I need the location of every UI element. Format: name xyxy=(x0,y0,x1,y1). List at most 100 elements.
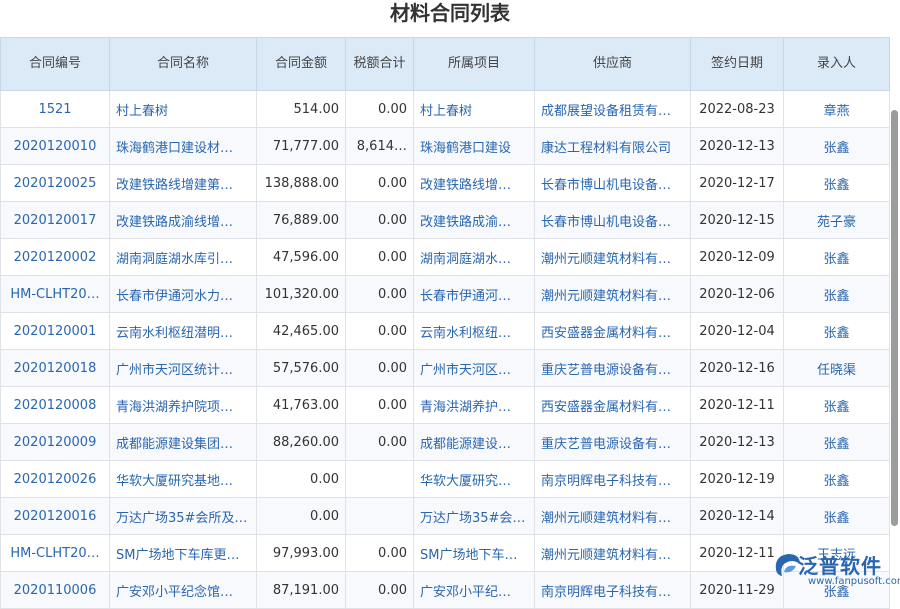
cell-supplier[interactable]: 西安盛器金属材料有… xyxy=(535,313,691,350)
table-row[interactable]: 1521村上春树514.000.00村上春树成都展望设备租赁有…2022-08-… xyxy=(1,91,890,128)
table-row[interactable]: 2020120017改建铁路成渝线增…76,889.000.00改建铁路成渝…长… xyxy=(1,202,890,239)
table-row[interactable]: 2020120002湖南洞庭湖水库引…47,596.000.00湖南洞庭湖水…潮… xyxy=(1,239,890,276)
cell-contract-name[interactable]: 珠海鹤港口建设材… xyxy=(110,128,257,165)
cell-contract-no[interactable]: 2020120002 xyxy=(1,239,110,276)
cell-entered-by[interactable]: 张鑫 xyxy=(784,461,890,498)
header-entered-by[interactable]: 录入人 xyxy=(784,38,890,91)
cell-contract-no[interactable]: 2020120009 xyxy=(1,424,110,461)
header-contract-name[interactable]: 合同名称 xyxy=(110,38,257,91)
cell-supplier[interactable]: 长春市博山机电设备… xyxy=(535,202,691,239)
cell-contract-no[interactable]: 1521 xyxy=(1,91,110,128)
cell-contract-no[interactable]: 2020120010 xyxy=(1,128,110,165)
header-sign-date[interactable]: 签约日期 xyxy=(691,38,784,91)
table-row[interactable]: 2020120018广州市天河区统计…57,576.000.00广州市天河区…重… xyxy=(1,350,890,387)
cell-project[interactable]: 珠海鹤港口建设 xyxy=(414,128,535,165)
cell-project[interactable]: 广州市天河区… xyxy=(414,350,535,387)
cell-contract-name[interactable]: 湖南洞庭湖水库引… xyxy=(110,239,257,276)
cell-supplier[interactable]: 潮州元顺建筑材料有… xyxy=(535,276,691,313)
cell-project[interactable]: 湖南洞庭湖水… xyxy=(414,239,535,276)
table-row[interactable]: 2020120025改建铁路线增建第…138,888.000.00改建铁路线增…… xyxy=(1,165,890,202)
cell-sign-date: 2020-12-13 xyxy=(691,128,784,165)
cell-contract-no[interactable]: 2020120026 xyxy=(1,461,110,498)
cell-supplier[interactable]: 潮州元顺建筑材料有… xyxy=(535,239,691,276)
scrollbar-thumb[interactable] xyxy=(891,110,898,526)
cell-contract-no[interactable]: 2020120018 xyxy=(1,350,110,387)
cell-supplier[interactable]: 潮州元顺建筑材料有… xyxy=(535,498,691,535)
cell-contract-name[interactable]: 华软大厦研究基地… xyxy=(110,461,257,498)
cell-project[interactable]: 改建铁路线增… xyxy=(414,165,535,202)
header-contract-no[interactable]: 合同编号 xyxy=(1,38,110,91)
cell-contract-no[interactable]: HM-CLHT20… xyxy=(1,535,110,572)
cell-sign-date: 2020-12-06 xyxy=(691,276,784,313)
logo-name: 泛普软件 xyxy=(798,550,882,579)
cell-project[interactable]: 改建铁路成渝… xyxy=(414,202,535,239)
table-row[interactable]: 2020120010珠海鹤港口建设材…71,777.008,614…珠海鹤港口建… xyxy=(1,128,890,165)
cell-contract-name[interactable]: 成都能源建设集团… xyxy=(110,424,257,461)
cell-supplier[interactable]: 长春市博山机电设备… xyxy=(535,165,691,202)
cell-contract-name[interactable]: 改建铁路线增建第… xyxy=(110,165,257,202)
header-project[interactable]: 所属项目 xyxy=(414,38,535,91)
cell-project[interactable]: 万达广场35#会… xyxy=(414,498,535,535)
cell-project[interactable]: 华软大厦研究… xyxy=(414,461,535,498)
cell-project[interactable]: SM广场地下车… xyxy=(414,535,535,572)
cell-entered-by[interactable]: 苑子豪 xyxy=(784,202,890,239)
cell-contract-amount: 71,777.00 xyxy=(257,128,346,165)
cell-supplier[interactable]: 西安盛器金属材料有… xyxy=(535,387,691,424)
cell-contract-name[interactable]: 万达广场35#会所及… xyxy=(110,498,257,535)
cell-supplier[interactable]: 康达工程材料有限公司 xyxy=(535,128,691,165)
cell-entered-by[interactable]: 任晓渠 xyxy=(784,350,890,387)
cell-supplier[interactable]: 潮州元顺建筑材料有… xyxy=(535,535,691,572)
cell-project[interactable]: 云南水利枢纽… xyxy=(414,313,535,350)
cell-project[interactable]: 广安邓小平纪… xyxy=(414,572,535,609)
cell-contract-no[interactable]: 2020120008 xyxy=(1,387,110,424)
cell-contract-no[interactable]: 2020110006 xyxy=(1,572,110,609)
cell-entered-by[interactable]: 张鑫 xyxy=(784,313,890,350)
cell-project[interactable]: 青海洪湖养护… xyxy=(414,387,535,424)
table-row[interactable]: 2020120008青海洪湖养护院项…41,763.000.00青海洪湖养护…西… xyxy=(1,387,890,424)
cell-project[interactable]: 成都能源建设… xyxy=(414,424,535,461)
table-row[interactable]: 2020120026华软大厦研究基地…0.00华软大厦研究…南京明辉电子科技有…… xyxy=(1,461,890,498)
cell-contract-no[interactable]: 2020120025 xyxy=(1,165,110,202)
vertical-scrollbar[interactable] xyxy=(890,108,900,600)
cell-contract-no[interactable]: HM-CLHT20… xyxy=(1,276,110,313)
table-row[interactable]: 2020120016万达广场35#会所及…0.00万达广场35#会…潮州元顺建筑… xyxy=(1,498,890,535)
cell-contract-name[interactable]: SM广场地下车库更… xyxy=(110,535,257,572)
cell-contract-no[interactable]: 2020120001 xyxy=(1,313,110,350)
cell-contract-name[interactable]: 广安邓小平纪念馆… xyxy=(110,572,257,609)
cell-contract-no[interactable]: 2020120017 xyxy=(1,202,110,239)
cell-entered-by[interactable]: 张鑫 xyxy=(784,276,890,313)
cell-project[interactable]: 村上春树 xyxy=(414,91,535,128)
cell-supplier[interactable]: 重庆艺普电源设备有… xyxy=(535,424,691,461)
cell-contract-name[interactable]: 村上春树 xyxy=(110,91,257,128)
cell-supplier[interactable]: 成都展望设备租赁有… xyxy=(535,91,691,128)
cell-entered-by[interactable]: 张鑫 xyxy=(784,128,890,165)
table-row[interactable]: 2020110006广安邓小平纪念馆…87,191.000.00广安邓小平纪…南… xyxy=(1,572,890,609)
cell-tax-total: 8,614… xyxy=(346,128,414,165)
cell-entered-by[interactable]: 张鑫 xyxy=(784,239,890,276)
cell-supplier[interactable]: 南京明辉电子科技有… xyxy=(535,461,691,498)
table-row[interactable]: HM-CLHT20…SM广场地下车库更…97,993.000.00SM广场地下车… xyxy=(1,535,890,572)
cell-tax-total xyxy=(346,498,414,535)
cell-contract-amount: 76,889.00 xyxy=(257,202,346,239)
cell-contract-name[interactable]: 青海洪湖养护院项… xyxy=(110,387,257,424)
header-tax-total[interactable]: 税额合计 xyxy=(346,38,414,91)
cell-contract-name[interactable]: 长春市伊通河水力… xyxy=(110,276,257,313)
cell-supplier[interactable]: 重庆艺普电源设备有… xyxy=(535,350,691,387)
cell-entered-by[interactable]: 张鑫 xyxy=(784,424,890,461)
cell-contract-name[interactable]: 改建铁路成渝线增… xyxy=(110,202,257,239)
cell-contract-name[interactable]: 云南水利枢纽潜明… xyxy=(110,313,257,350)
cell-entered-by[interactable]: 章燕 xyxy=(784,91,890,128)
cell-entered-by[interactable]: 张鑫 xyxy=(784,165,890,202)
cell-entered-by[interactable]: 张鑫 xyxy=(784,387,890,424)
table-row[interactable]: 2020120001云南水利枢纽潜明…42,465.000.00云南水利枢纽…西… xyxy=(1,313,890,350)
table-row[interactable]: 2020120009成都能源建设集团…88,260.000.00成都能源建设…重… xyxy=(1,424,890,461)
cell-contract-no[interactable]: 2020120016 xyxy=(1,498,110,535)
cell-contract-name[interactable]: 广州市天河区统计… xyxy=(110,350,257,387)
cell-tax-total: 0.00 xyxy=(346,276,414,313)
header-contract-amount[interactable]: 合同金额 xyxy=(257,38,346,91)
cell-entered-by[interactable]: 张鑫 xyxy=(784,498,890,535)
table-row[interactable]: HM-CLHT20…长春市伊通河水力…101,320.000.00长春市伊通河…… xyxy=(1,276,890,313)
cell-supplier[interactable]: 南京明辉电子科技有… xyxy=(535,572,691,609)
cell-project[interactable]: 长春市伊通河… xyxy=(414,276,535,313)
header-supplier[interactable]: 供应商 xyxy=(535,38,691,91)
